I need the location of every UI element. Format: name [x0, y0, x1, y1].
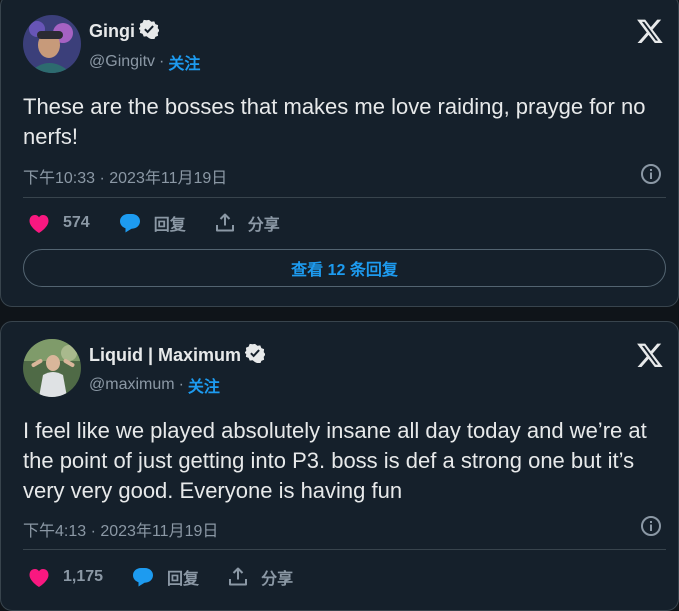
author-name-row[interactable]: Liquid | Maximum	[89, 343, 266, 368]
x-logo-icon[interactable]	[636, 341, 664, 369]
reply-bubble-icon	[118, 212, 142, 234]
share-button[interactable]: 分享	[227, 565, 293, 589]
author-handle-row: @Gingitv · 关注	[89, 50, 200, 74]
reply-label: 回复	[167, 571, 200, 588]
author-handle-row: @maximum · 关注	[89, 373, 220, 397]
author-display-name[interactable]: Liquid | Maximum	[89, 345, 241, 366]
action-bar: 574 回复 分享	[27, 211, 308, 235]
tweet-text: I feel like we played absolutely insane …	[23, 418, 647, 503]
avatar[interactable]	[23, 15, 81, 73]
reply-button[interactable]: 回复	[131, 565, 199, 589]
share-label: 分享	[261, 571, 294, 588]
follow-button[interactable]: 关注	[188, 373, 220, 397]
divider	[23, 549, 666, 550]
separator-dot: ·	[159, 53, 165, 70]
reply-label: 回复	[153, 217, 186, 234]
author-handle[interactable]: @Gingitv	[89, 53, 155, 71]
author-name-row[interactable]: Gingi	[89, 19, 160, 44]
reply-bubble-icon	[131, 566, 155, 588]
view-replies-label: 查看 12 条回复	[291, 262, 398, 279]
divider	[23, 197, 666, 198]
author-display-name[interactable]: Gingi	[89, 21, 135, 42]
avatar[interactable]	[23, 339, 81, 397]
verified-badge-icon	[138, 19, 160, 44]
like-button[interactable]: 574	[27, 212, 90, 234]
info-icon[interactable]	[640, 515, 662, 537]
tweet-text: These are the bosses that makes me love …	[23, 94, 646, 149]
heart-icon	[27, 212, 51, 234]
verified-badge-icon	[244, 343, 266, 368]
tweet-card[interactable]: Gingi @Gingitv · 关注 These are the bosses…	[0, 0, 679, 307]
tweet-timestamp[interactable]: 下午4:13 · 2023年11月19日	[23, 517, 218, 541]
share-label: 分享	[247, 217, 280, 234]
like-count: 1,175	[63, 568, 104, 585]
info-icon[interactable]	[640, 163, 662, 185]
author-handle[interactable]: @maximum	[89, 376, 175, 394]
view-replies-button[interactable]: 查看 12 条回复	[23, 249, 666, 287]
follow-button[interactable]: 关注	[168, 50, 200, 74]
x-logo-icon[interactable]	[636, 17, 664, 45]
share-button[interactable]: 分享	[214, 211, 280, 235]
heart-icon	[27, 566, 51, 588]
tweet-card[interactable]: Liquid | Maximum @maximum · 关注 I feel li…	[0, 321, 679, 611]
like-count: 574	[63, 214, 90, 231]
share-icon	[214, 212, 236, 234]
separator-dot: ·	[178, 376, 184, 393]
tweet-timestamp[interactable]: 下午10:33 · 2023年11月19日	[23, 164, 227, 188]
reply-button[interactable]: 回复	[118, 211, 186, 235]
like-button[interactable]: 1,175	[27, 566, 103, 588]
share-icon	[227, 566, 249, 588]
action-bar: 1,175 回复 分享	[27, 565, 321, 589]
